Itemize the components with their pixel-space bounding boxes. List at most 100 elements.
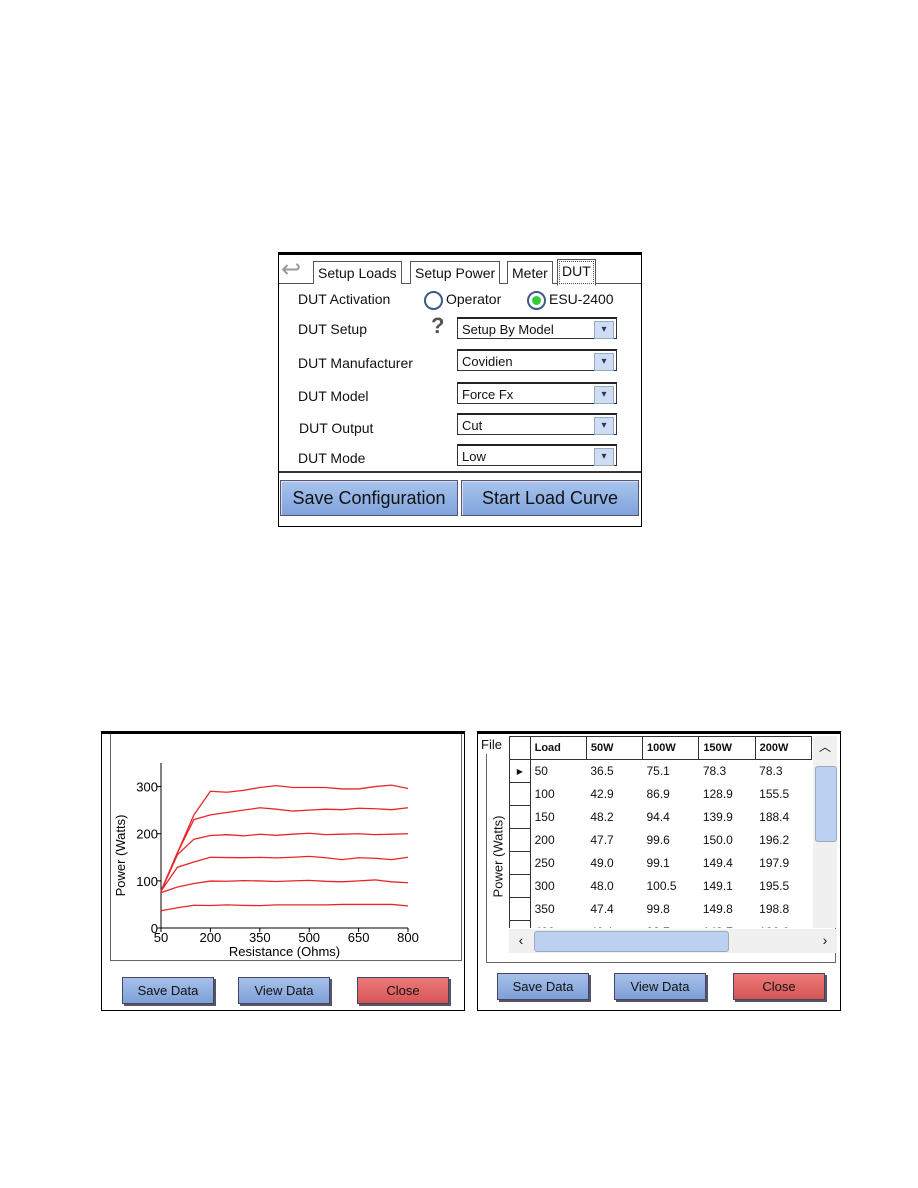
table-cell: 47.4 <box>590 902 614 916</box>
table-row[interactable]: 300 48.0 100.5 149.1 195.5 <box>509 874 812 898</box>
table-cell: 149.4 <box>702 856 733 870</box>
table-row[interactable]: 200 47.7 99.6 150.0 196.2 <box>509 828 812 852</box>
row-selector[interactable] <box>509 782 531 806</box>
start-load-curve-button[interactable]: Start Load Curve <box>461 480 639 516</box>
table-cell: 149.8 <box>702 902 733 916</box>
row-selector[interactable] <box>509 874 531 898</box>
table-cell: 99.1 <box>646 856 670 870</box>
horizontal-scrollbar[interactable]: ‹ › <box>509 929 837 953</box>
table-cell: 78.3 <box>759 764 783 779</box>
close-button[interactable]: Close <box>733 973 825 1000</box>
column-header[interactable]: Load <box>529 736 587 760</box>
chevron-down-icon[interactable]: ▾ <box>594 417 614 435</box>
dut-model-label: DUT Model <box>298 388 369 404</box>
table-cell: 150.0 <box>702 833 733 847</box>
table-row[interactable]: 150 48.2 94.4 139.9 188.4 <box>509 805 812 829</box>
dut-manufacturer-value: Covidien <box>462 354 513 369</box>
table-row[interactable]: ▶ 50 36.5 75.1 78.3 78.3 <box>509 759 812 783</box>
dut-setup-select[interactable]: Setup By Model ▾ <box>457 317 617 339</box>
column-header[interactable]: 50W <box>585 736 643 760</box>
vertical-scroll-thumb[interactable] <box>815 766 837 842</box>
series-line <box>160 879 409 894</box>
help-icon[interactable]: ? <box>431 313 444 339</box>
save-configuration-button[interactable]: Save Configuration <box>280 480 458 516</box>
table-cell: 100 <box>529 782 587 806</box>
table-cell: 139.9 <box>702 810 733 824</box>
table-cell: 155.5 <box>759 787 790 801</box>
save-data-button[interactable]: Save Data <box>497 973 589 1000</box>
column-header[interactable]: 200W <box>754 736 812 760</box>
esu-2400-label: ESU-2400 <box>549 291 614 307</box>
scroll-left-icon[interactable]: ‹ <box>511 932 531 948</box>
column-header[interactable]: 100W <box>641 736 700 760</box>
table-cell: 86.9 <box>646 787 670 801</box>
tab-setup-power[interactable]: Setup Power <box>410 261 501 284</box>
table-cell: 197.9 <box>759 856 790 870</box>
view-data-button[interactable]: View Data <box>614 973 706 1000</box>
table-cell: 78.3 <box>702 764 727 779</box>
chevron-down-icon[interactable]: ▾ <box>594 321 614 339</box>
tab-meter[interactable]: Meter <box>507 261 553 284</box>
y-tick-label: 300 <box>136 780 158 795</box>
load-curve-table-panel: File Power (Watts) Load 50W 100W 150W 200W ▶ 5… <box>477 731 841 1011</box>
scroll-right-icon[interactable]: › <box>815 932 835 948</box>
chevron-down-icon[interactable]: ▾ <box>594 386 614 404</box>
dut-output-value: Cut <box>462 418 483 433</box>
table-cell: 98.7 <box>642 921 698 928</box>
table-row[interactable]: 350 47.4 99.8 149.8 198.8 <box>509 897 812 921</box>
horizontal-scroll-thumb[interactable] <box>534 931 729 952</box>
row-selector[interactable] <box>509 851 531 875</box>
table-cell: 48.0 <box>590 879 614 893</box>
tab-setup-loads[interactable]: Setup Loads <box>313 261 402 284</box>
chevron-down-icon[interactable]: ▾ <box>594 448 614 466</box>
table-cell: 94.4 <box>646 810 670 824</box>
row-selector[interactable] <box>509 805 531 829</box>
row-header-corner <box>509 736 531 760</box>
load-curve-chart-panel: 0 100 200 300 50 200 350 500 650 800 Resistance (O… <box>101 731 465 1011</box>
table-row[interactable]: 100 42.9 86.9 128.9 155.5 <box>509 782 812 806</box>
y-axis-label: Power (Watts) <box>490 815 506 898</box>
x-tick-label: 200 <box>200 930 222 945</box>
table-cell: 128.9 <box>702 787 733 801</box>
close-button[interactable]: Close <box>357 977 449 1004</box>
row-selector[interactable] <box>509 897 531 921</box>
dut-model-value: Force Fx <box>462 387 514 402</box>
dut-setup-value: Setup By Model <box>462 322 554 337</box>
table-cell: 400 <box>529 920 587 928</box>
row-selector[interactable] <box>509 828 531 852</box>
dut-mode-label: DUT Mode <box>298 450 366 466</box>
dut-mode-select[interactable]: Low ▾ <box>457 444 617 466</box>
table-cell: 148.7 <box>699 921 755 928</box>
x-tick-label: 50 <box>154 930 168 945</box>
operator-label: Operator <box>446 291 502 307</box>
table-row[interactable]: 250 49.0 99.1 149.4 197.9 <box>509 851 812 875</box>
y-tick-label: 100 <box>136 874 158 889</box>
table-cell: 200 <box>529 828 587 852</box>
dut-mode-value: Low <box>462 449 486 464</box>
esu-2400-radio[interactable] <box>527 291 546 310</box>
dut-setup-label: DUT Setup <box>298 321 367 337</box>
view-data-button[interactable]: View Data <box>238 977 330 1004</box>
tab-dut[interactable]: DUT <box>557 259 596 286</box>
operator-radio[interactable] <box>424 291 443 310</box>
back-arrow-icon[interactable]: ↩ <box>281 258 311 283</box>
table-row[interactable]: 40049.198.7148.7196.6 <box>509 920 812 928</box>
chevron-down-icon[interactable]: ▾ <box>594 353 614 371</box>
dut-output-select[interactable]: Cut ▾ <box>457 413 617 435</box>
series-line <box>160 903 409 912</box>
vertical-scrollbar[interactable]: ︿ <box>813 736 837 928</box>
table-cell: 150 <box>529 805 587 829</box>
table-cell: 350 <box>529 897 587 921</box>
row-selector[interactable] <box>509 920 531 928</box>
dut-manufacturer-select[interactable]: Covidien ▾ <box>457 349 617 371</box>
dut-activation-label: DUT Activation <box>298 291 391 307</box>
file-menu[interactable]: File <box>481 737 502 752</box>
table-cell: 188.4 <box>759 810 790 824</box>
table-cell: 42.9 <box>590 787 614 801</box>
column-header[interactable]: 150W <box>698 736 756 760</box>
row-selector[interactable]: ▶ <box>509 759 531 783</box>
save-data-button[interactable]: Save Data <box>122 977 214 1004</box>
header-row: Load 50W 100W 150W 200W <box>509 736 812 760</box>
scroll-up-icon[interactable]: ︿ <box>815 738 835 758</box>
dut-model-select[interactable]: Force Fx ▾ <box>457 382 617 404</box>
